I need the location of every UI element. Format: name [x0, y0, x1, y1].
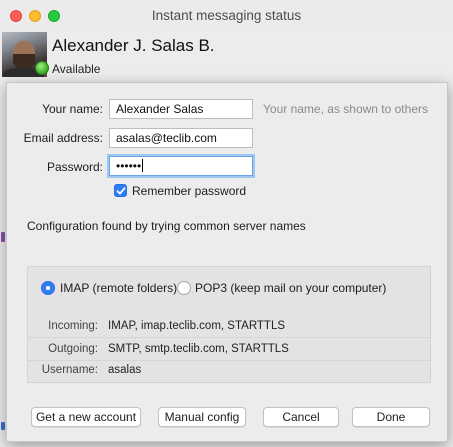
- status-available-icon[interactable]: [35, 61, 49, 75]
- incoming-label: Incoming:: [48, 320, 98, 332]
- get-new-account-button[interactable]: Get a new account: [31, 407, 141, 427]
- email-label: Email address:: [23, 131, 103, 145]
- outgoing-label: Outgoing:: [48, 343, 98, 355]
- blue-marker-icon: [1, 422, 5, 430]
- password-field[interactable]: ••••••: [109, 156, 253, 176]
- remember-password-checkbox[interactable]: [114, 184, 127, 197]
- account-setup-sheet: Your name: Alexander Salas Your name, as…: [6, 82, 448, 442]
- outgoing-value: SMTP, smtp.teclib.com, STARTTLS: [108, 343, 289, 355]
- server-settings-panel: IMAP (remote folders) POP3 (keep mail on…: [27, 266, 431, 383]
- manual-config-button[interactable]: Manual config: [158, 407, 246, 427]
- email-field[interactable]: asalas@teclib.com: [109, 128, 253, 148]
- row-divider: [28, 360, 430, 361]
- pop3-radio-label[interactable]: POP3 (keep mail on your computer): [195, 281, 386, 295]
- username-value: asalas: [108, 364, 142, 376]
- imap-radio-label[interactable]: IMAP (remote folders): [60, 281, 177, 295]
- password-label: Password:: [46, 160, 103, 174]
- user-display-name: Alexander J. Salas B.: [52, 36, 215, 55]
- done-button[interactable]: Done: [352, 407, 430, 427]
- text-caret: [142, 159, 144, 172]
- title-bar: Instant messaging status: [0, 0, 453, 32]
- your-name-field[interactable]: Alexander Salas: [109, 99, 253, 119]
- your-name-hint: Your name, as shown to others: [263, 102, 428, 116]
- config-status-message: Configuration found by trying common ser…: [27, 219, 306, 233]
- window-title: Instant messaging status: [151, 8, 302, 23]
- imap-radio[interactable]: [41, 281, 55, 295]
- cancel-button[interactable]: Cancel: [263, 407, 339, 427]
- password-value: ••••••: [116, 159, 142, 173]
- status-label[interactable]: Available: [52, 62, 100, 76]
- checkmark-icon: [116, 187, 126, 195]
- remember-password-label[interactable]: Remember password: [132, 184, 246, 198]
- pop3-radio[interactable]: [177, 281, 191, 295]
- your-name-label: Your name:: [42, 102, 103, 116]
- row-divider: [28, 337, 430, 338]
- purple-marker-icon: [1, 232, 5, 242]
- incoming-value: IMAP, imap.teclib.com, STARTTLS: [108, 320, 286, 332]
- username-label: Username:: [41, 364, 98, 376]
